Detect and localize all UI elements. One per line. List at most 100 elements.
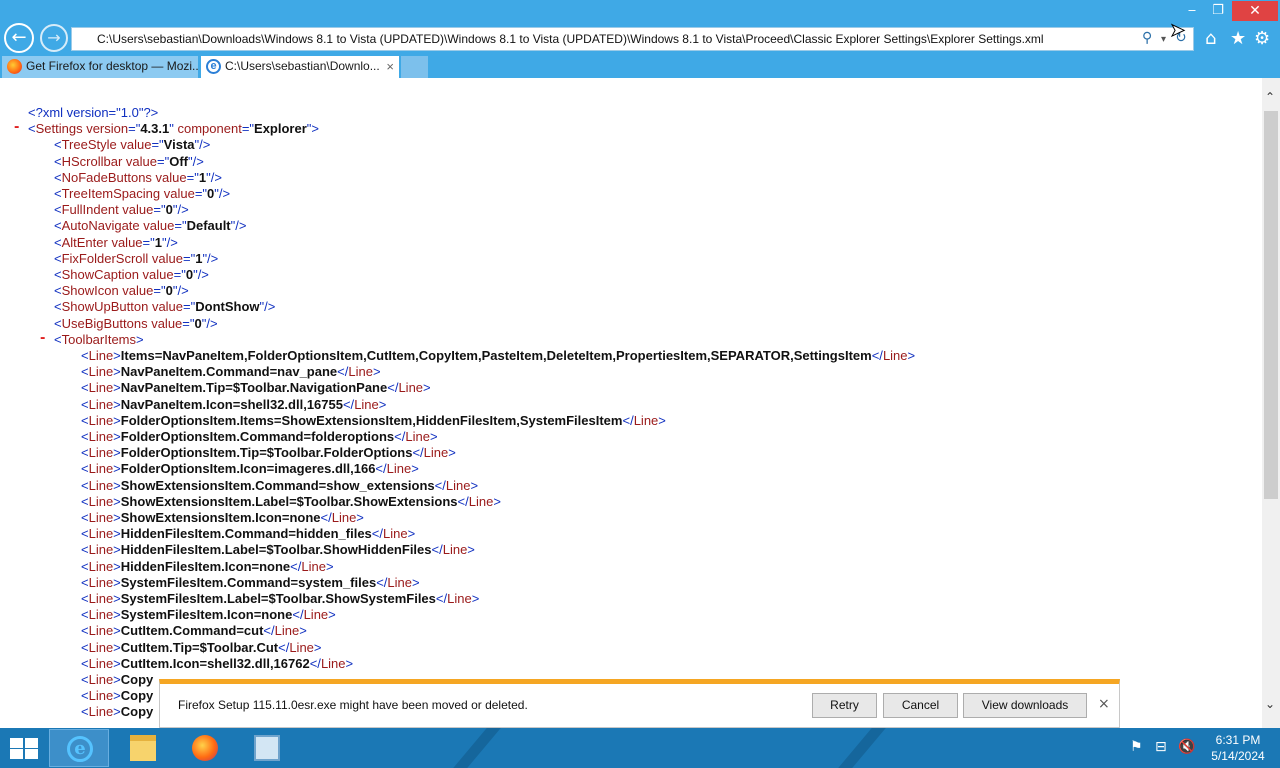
tab-explorer-settings-xml[interactable]: e C:\Users\sebastian\Downlo... × — [201, 56, 399, 78]
scroll-down-icon[interactable]: ⌄ — [1265, 697, 1275, 711]
xml-bracket: < — [54, 299, 62, 315]
xml-bracket: < — [54, 315, 62, 331]
xml-bracket: > — [113, 607, 121, 623]
flag-icon[interactable]: ⚑ — [1130, 739, 1143, 755]
xml-text-value: Items=NavPaneItem,FolderOptionsItem,CutI… — [120, 348, 872, 363]
xml-tag-name: Line — [88, 542, 114, 558]
xml-setting-element: <ShowIcon value="0"/> — [54, 283, 189, 299]
back-button[interactable]: ← — [4, 23, 34, 53]
scroll-up-icon[interactable]: ⌃ — [1265, 90, 1275, 104]
xml-setting-element: <ShowCaption value="0"/> — [54, 267, 209, 283]
close-icon[interactable]: × — [1098, 696, 1110, 712]
xml-tag-name: Line — [386, 461, 412, 477]
xml-line-element: <Line>SystemFilesItem.Icon=none</Line> — [81, 607, 336, 623]
gear-icon[interactable]: ⚙ — [1254, 28, 1270, 49]
xml-bracket: < — [81, 396, 89, 412]
close-window-button[interactable]: ✕ — [1232, 1, 1278, 21]
retry-button[interactable]: Retry — [812, 693, 877, 718]
xml-bracket: < — [81, 477, 89, 493]
xml-bracket: < — [81, 364, 89, 380]
home-icon[interactable]: ⌂ — [1205, 28, 1216, 49]
xml-bracket: < — [54, 283, 62, 299]
xml-bracket: </ — [342, 396, 355, 412]
new-tab-button[interactable] — [401, 56, 428, 78]
xml-tag-name: TreeStyle — [61, 137, 117, 153]
taskbar-control-panel[interactable] — [237, 729, 297, 767]
xml-text-value: Copy — [120, 704, 154, 720]
mouse-cursor-icon: ➤ — [1169, 20, 1186, 42]
forward-button[interactable]: → — [40, 24, 68, 52]
xml-bracket: > — [113, 672, 121, 687]
xml-tag-name: Line — [423, 445, 449, 461]
xml-tag-name: Line — [447, 591, 472, 606]
xml-tag-name: Line — [442, 542, 468, 558]
system-clock[interactable]: 6:31 PM 5/14/2024 — [1203, 732, 1273, 764]
xml-bracket: < — [81, 688, 89, 704]
windows-logo-pane — [25, 749, 38, 759]
xml-attr-name: value — [116, 137, 152, 153]
windows-logo-pane — [10, 749, 23, 759]
xml-bracket: < — [81, 445, 89, 461]
maximize-button[interactable]: ❐ — [1206, 1, 1230, 21]
xml-text-value: SystemFilesItem.Command=system_files — [120, 574, 377, 590]
xml-bracket: < — [81, 655, 89, 671]
xml-text-value: HiddenFilesItem.Command=hidden_files — [120, 526, 372, 542]
xml-attr-value: 0 — [185, 267, 194, 282]
taskbar-internet-explorer[interactable]: e — [49, 729, 109, 767]
xml-tag-name: Line — [88, 607, 114, 623]
tab-close-icon[interactable]: × — [386, 56, 394, 77]
xml-bracket: > — [113, 558, 121, 574]
xml-attr-name: value — [138, 267, 174, 282]
xml-bracket: "/> — [193, 267, 209, 282]
xml-bracket: > — [113, 510, 121, 525]
browser-titlebar: ← → C:\Users\sebastian\Downloads\Windows… — [0, 0, 1280, 55]
xml-attr-name: component — [173, 121, 242, 137]
xml-bracket: < — [81, 623, 89, 639]
xml-tag-name: UseBigButtons — [61, 315, 148, 331]
xml-bracket: < — [54, 267, 62, 282]
favorites-star-icon[interactable]: ★ — [1230, 28, 1246, 49]
xml-tag-name: Line — [88, 672, 114, 687]
xml-line-element: <Line>HiddenFilesItem.Label=$Toolbar.Sho… — [81, 542, 475, 558]
xml-line-element: <Line>NavPaneItem.Command=nav_pane</Line… — [81, 364, 381, 380]
xml-bracket: </ — [290, 558, 302, 574]
xml-bracket: < — [81, 461, 89, 477]
chevron-down-icon[interactable]: ▾ — [1161, 34, 1166, 45]
xml-bracket: < — [81, 412, 89, 428]
xml-tag-name: Line — [398, 380, 424, 396]
xml-text-value: SystemFilesItem.Label=$Toolbar.ShowSyste… — [120, 591, 436, 606]
xml-bracket: </ — [457, 493, 469, 509]
cancel-button[interactable]: Cancel — [883, 693, 958, 718]
view-downloads-button[interactable]: View downloads — [963, 693, 1087, 718]
clock-time: 6:31 PM — [1215, 733, 1261, 747]
address-url[interactable]: C:\Users\sebastian\Downloads\Windows 8.1… — [97, 32, 1044, 46]
xml-attr-name: value — [148, 299, 184, 315]
xml-bracket: > — [378, 396, 387, 412]
network-icon[interactable]: ⊟ — [1155, 739, 1167, 755]
scroll-thumb[interactable] — [1264, 111, 1278, 499]
xml-bracket: > — [356, 510, 364, 525]
xml-tag-name: Line — [303, 607, 329, 623]
xml-bracket: > — [113, 591, 121, 606]
xml-text-value: FolderOptionsItem.Icon=imageres.dll,166 — [120, 461, 376, 477]
volume-muted-icon[interactable]: 🔇 — [1178, 739, 1195, 755]
collapse-toggle[interactable]: - — [40, 331, 45, 346]
tab-firefox-download[interactable]: Get Firefox for desktop — Mozi... — [2, 56, 198, 78]
search-icon[interactable]: ⚲ — [1142, 30, 1152, 46]
xml-line-element: < Line >FolderOptionsItem.Icon=imageres.dl… — [81, 461, 419, 477]
xml-tag-name: Line — [88, 510, 114, 525]
taskbar-file-explorer[interactable] — [113, 729, 173, 767]
vertical-scrollbar[interactable]: ⌃ ⌄ — [1262, 78, 1280, 728]
xml-bracket: </ — [412, 445, 424, 461]
address-bar[interactable]: C:\Users\sebastian\Downloads\Windows 8.1… — [71, 27, 1194, 51]
xml-text-value: ShowExtensionsItem.Command=show_extensio… — [120, 477, 435, 493]
xml-attr-value: 0 — [194, 315, 202, 331]
xml-bracket: > — [113, 461, 121, 477]
taskbar-firefox[interactable] — [175, 729, 235, 767]
collapse-toggle[interactable]: - — [14, 120, 19, 135]
minimize-button[interactable]: ‒ — [1180, 1, 1204, 21]
xml-bracket: < — [54, 218, 62, 234]
xml-attr-name: value — [147, 315, 183, 331]
xml-line-element: <Line>SystemFilesItem.Command=system_fil… — [81, 575, 420, 591]
start-button[interactable] — [8, 736, 40, 760]
